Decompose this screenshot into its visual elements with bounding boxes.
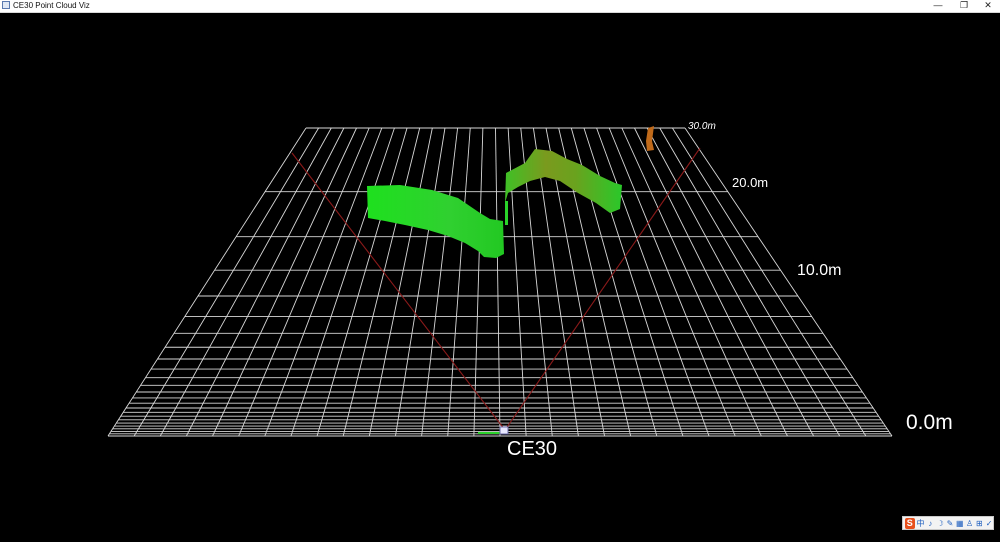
- minimize-button[interactable]: —: [926, 0, 950, 12]
- grid-line-vertical: [238, 127, 370, 437]
- grid-line-vertical: [185, 127, 345, 437]
- close-button[interactable]: ✕: [976, 0, 1000, 12]
- grid-line-vertical: [212, 127, 357, 437]
- grid-line-vertical: [107, 127, 307, 437]
- sensor-marker: [499, 426, 509, 435]
- range-label-30m: 30.0m: [688, 121, 716, 132]
- ime-keyboard-icon[interactable]: ▦: [956, 518, 964, 529]
- ime-moon-icon[interactable]: ☽: [936, 518, 944, 529]
- grid-line-vertical: [342, 127, 421, 437]
- ime-toolbar[interactable]: S 中 ♪ ☽ ✎ ▦ ♙ ⊞ ✓: [902, 516, 994, 530]
- maximize-button[interactable]: ❐: [952, 0, 976, 12]
- point-cloud-right-segment: [505, 149, 622, 213]
- point-cloud-viewport[interactable]: 30.0m 20.0m 10.0m 0.0m CE30: [0, 13, 1000, 542]
- grid-line-vertical: [133, 127, 320, 437]
- grid-line-vertical: [473, 127, 484, 437]
- window-title: CE30 Point Cloud Viz: [13, 1, 90, 10]
- grid-line-vertical: [495, 127, 501, 437]
- ime-pen-icon[interactable]: ✎: [946, 518, 954, 529]
- grid-line-vertical: [421, 127, 459, 437]
- point-cloud-small-strip: [505, 201, 508, 225]
- grid-line-vertical: [447, 127, 471, 437]
- grid-line-vertical: [316, 127, 408, 437]
- app-icon: [2, 1, 10, 9]
- point-cloud-canvas[interactable]: 30.0m 20.0m 10.0m 0.0m CE30: [0, 13, 1000, 542]
- range-label-0m: 0.0m: [906, 411, 953, 434]
- ime-chinese-mode-icon[interactable]: 中: [917, 518, 925, 529]
- grid-line-vertical: [583, 127, 684, 437]
- sensor-label: CE30: [507, 438, 557, 460]
- ime-settings-icon[interactable]: ✓: [985, 518, 993, 529]
- title-bar: CE30 Point Cloud Viz — ❐ ✕: [0, 0, 1000, 13]
- range-label-20m: 20.0m: [732, 175, 768, 190]
- ime-grid-icon[interactable]: ⊞: [975, 518, 983, 529]
- ime-logo-icon[interactable]: S: [905, 517, 915, 529]
- ground-grid: [107, 127, 893, 437]
- grid-line-vertical: [671, 127, 867, 437]
- ime-user-icon[interactable]: ♙: [966, 518, 974, 529]
- grid-line-vertical: [264, 127, 383, 437]
- grid-line-vertical: [159, 127, 332, 437]
- grid-line-vertical: [596, 127, 710, 437]
- point-cloud-left-segment: [367, 185, 504, 258]
- grid-line-vertical: [395, 127, 446, 437]
- range-label-10m: 10.0m: [797, 262, 841, 279]
- ime-punctuation-icon[interactable]: ♪: [927, 518, 935, 529]
